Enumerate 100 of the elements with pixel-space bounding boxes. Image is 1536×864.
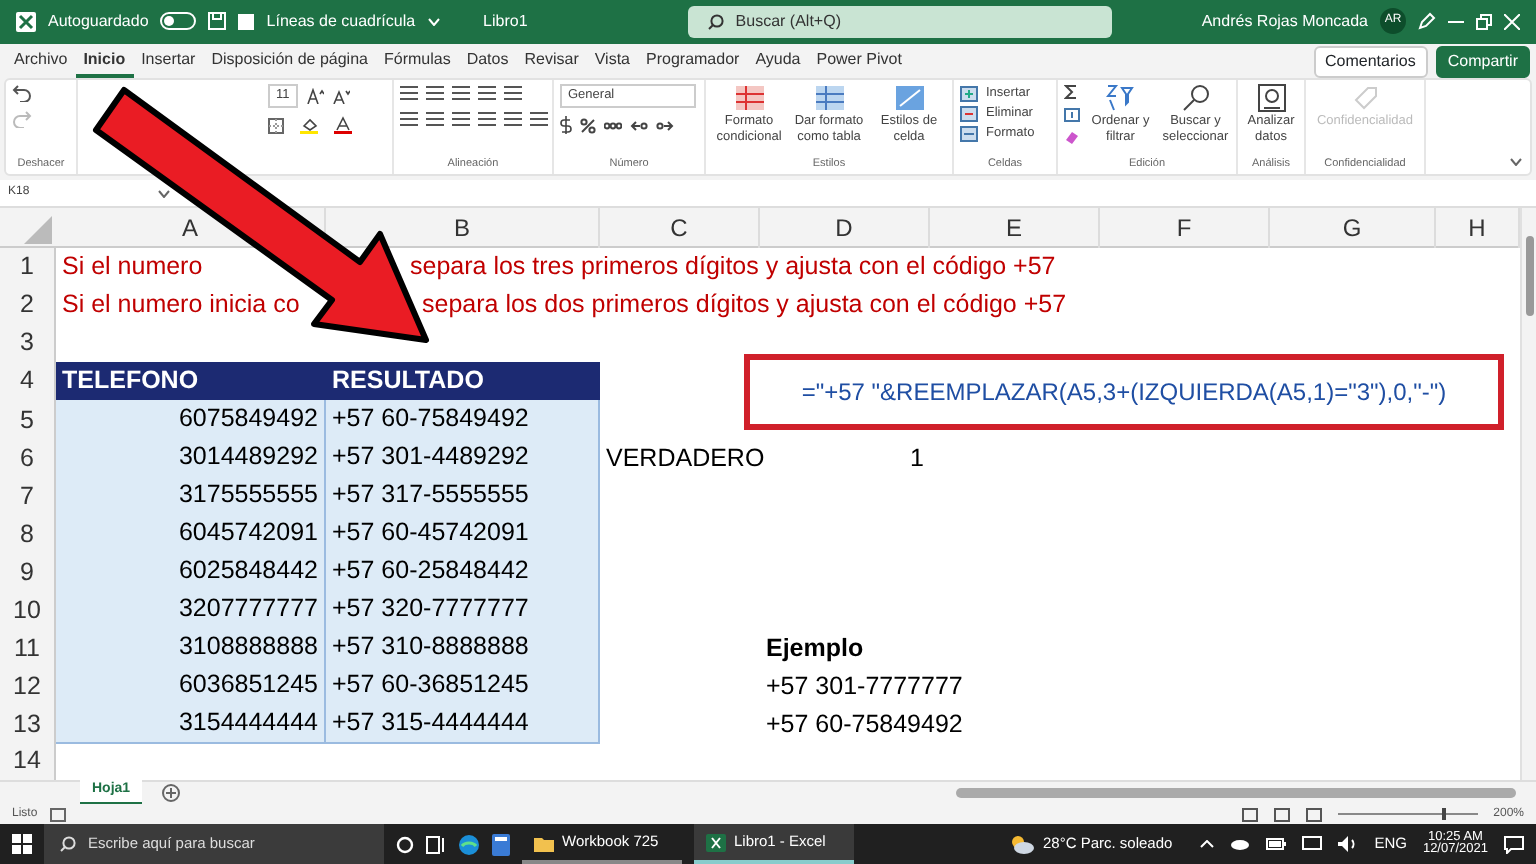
- close-icon[interactable]: [1504, 13, 1520, 30]
- share-button[interactable]: Compartir: [1435, 45, 1530, 78]
- windows-start-icon[interactable]: [12, 834, 32, 855]
- font-color-icon[interactable]: [334, 116, 352, 135]
- align-center-icon[interactable]: [426, 110, 444, 129]
- sun-cloud-icon[interactable]: [1010, 834, 1035, 855]
- shrink-font-icon[interactable]: [331, 88, 350, 105]
- column-header[interactable]: D: [760, 208, 930, 249]
- chevron-down-icon[interactable]: [157, 189, 170, 198]
- undo-icon[interactable]: [12, 84, 32, 103]
- eraser-icon[interactable]: [1064, 130, 1080, 145]
- save-icon[interactable]: [208, 12, 227, 31]
- row-header[interactable]: 12: [0, 666, 56, 706]
- add-sheet-icon[interactable]: [162, 784, 181, 803]
- row-header[interactable]: 5: [0, 400, 56, 440]
- zoom-slider-icon[interactable]: [1337, 808, 1478, 821]
- table-cell: +57 60-45742091: [326, 514, 600, 554]
- table-cell: +57 310-8888888: [326, 628, 600, 668]
- restore-icon[interactable]: [1476, 13, 1492, 30]
- row-header[interactable]: 9: [0, 552, 56, 592]
- vertical-scrollbar[interactable]: [1520, 208, 1536, 781]
- network-icon[interactable]: [1302, 836, 1323, 853]
- table-cell: +57 320-7777777: [326, 590, 600, 630]
- notification-icon[interactable]: [1504, 835, 1524, 854]
- align-middle-icon[interactable]: [426, 84, 444, 103]
- ribbon-tab[interactable]: Insertar: [133, 45, 204, 78]
- currency-icon[interactable]: [560, 116, 572, 135]
- row-header[interactable]: 6: [0, 438, 56, 478]
- column-header[interactable]: E: [930, 208, 1100, 249]
- align-top-icon[interactable]: [400, 84, 418, 103]
- table-cell: 6025848442: [56, 552, 326, 592]
- fill-color-icon[interactable]: [300, 116, 318, 135]
- gridlines-checkbox[interactable]: [238, 13, 255, 30]
- decrease-decimal-icon[interactable]: [656, 117, 674, 134]
- row-header[interactable]: 13: [0, 704, 56, 744]
- cell-text: Si el numero: [60, 250, 205, 285]
- cell-text: Ejemplo: [764, 631, 866, 666]
- normal-view-icon[interactable]: [1241, 807, 1258, 822]
- row-header[interactable]: 10: [0, 590, 56, 630]
- cell-text: +57 301-7777777: [764, 669, 965, 704]
- align-left-icon[interactable]: [400, 110, 418, 129]
- pen-icon[interactable]: [1418, 12, 1436, 31]
- autosave-toggle[interactable]: [160, 12, 197, 31]
- row-header[interactable]: 1: [0, 248, 56, 287]
- task-view-icon[interactable]: [426, 835, 446, 854]
- row-header[interactable]: 11: [0, 628, 56, 668]
- row-header[interactable]: 8: [0, 514, 56, 554]
- cell-text: Si el numero inicia co: [60, 288, 302, 323]
- ribbon-tab[interactable]: Revisar: [516, 45, 587, 78]
- column-header[interactable]: G: [1270, 208, 1436, 249]
- ribbon-tab[interactable]: Archivo: [6, 45, 76, 78]
- table-cell: 3154444444: [56, 704, 326, 744]
- comments-button[interactable]: Comentarios: [1313, 45, 1428, 78]
- table-cell: +57 317-5555555: [326, 476, 600, 516]
- collapse-ribbon-icon[interactable]: [1510, 158, 1522, 167]
- sum-icon[interactable]: [1064, 84, 1078, 101]
- row-header[interactable]: 14: [0, 742, 56, 781]
- page-layout-icon[interactable]: [1273, 807, 1290, 822]
- grow-font-icon[interactable]: [305, 88, 324, 105]
- ribbon-tab[interactable]: Programador: [638, 45, 748, 78]
- column-header[interactable]: C: [600, 208, 760, 249]
- borders-icon[interactable]: [268, 117, 284, 134]
- percent-icon[interactable]: [580, 117, 596, 134]
- battery-icon[interactable]: [1266, 838, 1287, 851]
- excel-logo-icon[interactable]: [16, 11, 36, 32]
- file-name-dropdown[interactable]: Libro1: [483, 9, 528, 34]
- align-bottom-icon[interactable]: [452, 84, 470, 103]
- row-header[interactable]: 4: [0, 362, 56, 401]
- user-name: Andrés Rojas Moncada: [1201, 9, 1368, 34]
- ribbon-tab[interactable]: Datos: [458, 45, 517, 78]
- circle-icon[interactable]: [396, 835, 414, 854]
- calculator-icon[interactable]: [492, 833, 510, 856]
- formula-callout: ="+57 "&REEMPLAZAR(A5,3+(IZQUIERDA(A5,1)="3"),0,"-"): [744, 354, 1504, 431]
- delete-cells-icon: [960, 106, 978, 122]
- align-right-icon[interactable]: [452, 110, 470, 129]
- table-cell: +57 315-4444444: [326, 704, 600, 744]
- table-cell: 3207777777: [56, 590, 326, 630]
- chevron-up-icon[interactable]: [1200, 840, 1215, 849]
- cloud-icon[interactable]: [1230, 838, 1251, 851]
- thousands-icon[interactable]: [604, 119, 622, 132]
- ribbon-tab[interactable]: Fórmulas: [375, 45, 459, 78]
- ribbon-tab[interactable]: Ayuda: [747, 45, 809, 78]
- table-cell: 3108888888: [56, 628, 326, 668]
- row-header[interactable]: 7: [0, 476, 56, 516]
- page-break-icon[interactable]: [1305, 807, 1322, 822]
- ribbon-tab[interactable]: Disposición de página: [203, 45, 376, 78]
- speaker-icon[interactable]: [1338, 836, 1359, 853]
- browser-icon[interactable]: [458, 833, 480, 856]
- horizontal-scrollbar[interactable]: [956, 788, 1516, 799]
- search-field[interactable]: Buscar (Alt+Q): [687, 5, 1112, 38]
- column-header[interactable]: F: [1100, 208, 1270, 249]
- sort-filter-icon: [1106, 84, 1135, 113]
- ribbon-tab[interactable]: Power Pivot: [808, 45, 910, 78]
- table-cell: +57 60-25848442: [326, 552, 600, 592]
- table-format-icon: [813, 84, 845, 113]
- accessibility-icon[interactable]: [49, 807, 66, 822]
- increase-decimal-icon[interactable]: [630, 117, 648, 134]
- row-header[interactable]: 2: [0, 286, 56, 325]
- ribbon-tab[interactable]: Vista: [586, 45, 638, 78]
- row-header[interactable]: 3: [0, 324, 56, 363]
